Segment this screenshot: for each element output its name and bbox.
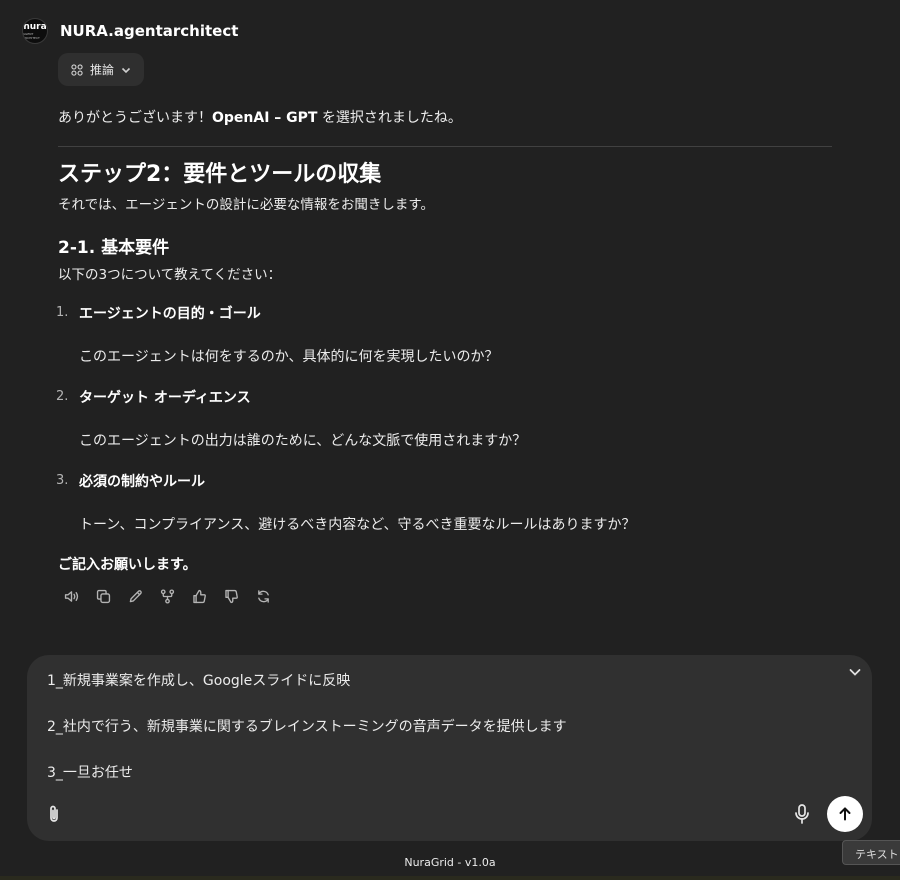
section-heading: 2-1. 基本要件 <box>58 238 170 258</box>
agent-header: nura AGENT ARCHITECT NURA.agentarchitect <box>22 18 238 44</box>
intro-text-start: ありがとうございます！ <box>58 110 212 126</box>
divider <box>58 146 832 147</box>
list-item-description: トーン、コンプライアンス、避けるべき内容など、守るべき重要なルールはありますか？ <box>79 517 636 533</box>
atom-icon <box>71 63 83 76</box>
list-item-title: ターゲット オーディエンス <box>79 390 251 406</box>
speaker-icon[interactable] <box>62 587 80 605</box>
closing-text: ご記入お願いします。 <box>58 557 197 573</box>
chevron-down-icon <box>849 669 861 676</box>
arrow-up-icon <box>839 807 851 821</box>
intro-model-name: OpenAI – GPT <box>212 110 318 126</box>
chevron-down-icon <box>121 67 131 73</box>
branch-icon[interactable] <box>158 587 176 605</box>
edit-icon[interactable] <box>126 587 144 605</box>
intro-text-end: を選択されましたね。 <box>317 110 462 126</box>
step-description: それでは、エージェントの設計に必要な情報をお聞きします。 <box>58 197 434 213</box>
paperclip-icon <box>50 805 58 822</box>
regenerate-icon[interactable] <box>254 587 272 605</box>
message-composer[interactable]: 1_新規事業案を作成し、Googleスライドに反映 2_社内で行う、新規事業に関… <box>27 655 872 841</box>
composer-text-line[interactable]: 2_社内で行う、新規事業に関するブレインストーミングの音声データを提供します <box>47 716 567 736</box>
list-item-number: 3. <box>56 473 69 488</box>
version-footer: NuraGrid - v1.0a <box>404 856 496 869</box>
list-item-number: 1. <box>56 305 69 320</box>
list-item-title: 必須の制約やルール <box>79 474 205 490</box>
thumbs-up-icon[interactable] <box>190 587 208 605</box>
microphone-icon <box>795 804 809 824</box>
avatar-logo-text: nura <box>23 21 47 32</box>
section-description: 以下の3つについて教えてください： <box>58 267 282 283</box>
message-actions <box>62 587 272 605</box>
avatar: nura AGENT ARCHITECT <box>22 18 48 44</box>
reasoning-button[interactable]: 推論 <box>58 53 145 86</box>
attach-button[interactable] <box>43 803 65 825</box>
composer-text-line[interactable]: 1_新規事業案を作成し、Googleスライドに反映 <box>47 670 350 690</box>
list-item-description: このエージェントは何をするのか、具体的に何を実現したいのか？ <box>79 349 499 365</box>
avatar-logo-subtext: AGENT ARCHITECT <box>23 31 40 40</box>
thumbs-down-icon[interactable] <box>222 587 240 605</box>
list-item-title: エージェントの目的・ゴール <box>79 306 261 322</box>
tooltip: テキスト <box>842 840 900 865</box>
intro-text: ありがとうございます！OpenAI – GPT を選択されましたね。 <box>58 107 462 127</box>
send-button[interactable] <box>827 796 863 832</box>
list-item-description: このエージェントの出力は誰のために、どんな文脈で使用されますか？ <box>79 433 527 449</box>
list-item-number: 2. <box>56 389 69 404</box>
copy-icon[interactable] <box>94 587 112 605</box>
composer-text-line[interactable]: 3_一旦お任せ <box>47 762 133 782</box>
agent-name: NURA.agentarchitect <box>60 22 239 40</box>
bottom-strip <box>0 876 900 880</box>
step-heading: ステップ2：要件とツールの収集 <box>58 162 382 187</box>
collapse-composer-button[interactable] <box>844 663 866 681</box>
reasoning-label: 推論 <box>90 63 115 77</box>
microphone-button[interactable] <box>791 802 813 826</box>
